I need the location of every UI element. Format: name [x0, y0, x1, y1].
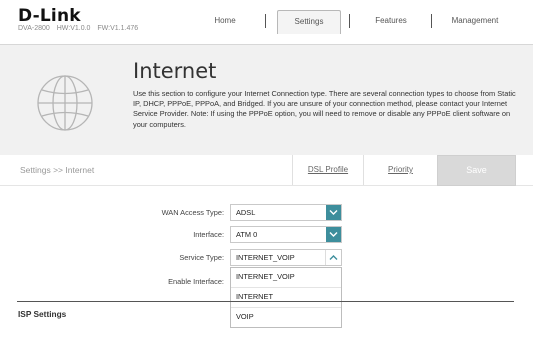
chevron-down-icon[interactable] — [326, 205, 341, 220]
service-type-option[interactable]: INTERNET_VOIP — [231, 268, 341, 288]
dlink-logo[interactable]: D-Link — [18, 6, 81, 26]
wan-access-type-value: ADSL — [236, 208, 256, 217]
chevron-up-icon[interactable] — [325, 250, 341, 265]
interface-select[interactable]: ATM 0 — [230, 226, 342, 243]
enable-interface-label: Enable Interface: — [168, 277, 224, 286]
service-type-dropdown: INTERNET_VOIP INTERNET VOIP — [230, 267, 342, 328]
priority-link[interactable]: Priority — [363, 155, 437, 185]
nav-separator — [349, 14, 350, 28]
globe-icon — [37, 75, 93, 131]
model-name: DVA-2800 — [18, 25, 50, 32]
nav-separator — [431, 14, 432, 28]
section-divider — [17, 301, 514, 302]
nav-features[interactable]: Features — [358, 10, 424, 32]
page-description: Use this section to configure your Inter… — [133, 89, 516, 129]
interface-label: Interface: — [193, 230, 224, 239]
breadcrumb: Settings >> Internet — [20, 165, 95, 175]
interface-value: ATM 0 — [236, 230, 258, 239]
page-banner: Internet Use this section to configure y… — [0, 44, 533, 155]
wan-access-type-label: WAN Access Type: — [161, 208, 224, 217]
dsl-profile-link[interactable]: DSL Profile — [292, 155, 363, 185]
model-info: DVA-2800 HW:V1.0.0 FW:V1.1.476 — [18, 25, 143, 32]
nav-management[interactable]: Management — [442, 10, 508, 32]
save-button[interactable]: Save — [437, 155, 516, 186]
service-type-select[interactable]: INTERNET_VOIP — [230, 249, 342, 266]
top-header: D-Link DVA-2800 HW:V1.0.0 FW:V1.1.476 Ho… — [0, 0, 533, 44]
isp-settings-heading: ISP Settings — [18, 309, 67, 319]
service-type-option[interactable]: INTERNET — [231, 288, 341, 308]
chevron-down-icon[interactable] — [326, 227, 341, 242]
wan-access-type-select[interactable]: ADSL — [230, 204, 342, 221]
firmware-version: FW:V1.1.476 — [97, 25, 139, 32]
hardware-version: HW:V1.0.0 — [56, 25, 91, 32]
sub-toolbar: Settings >> Internet DSL Profile Priorit… — [0, 155, 533, 186]
nav-separator — [265, 14, 266, 28]
service-type-value: INTERNET_VOIP — [236, 253, 295, 262]
service-type-label: Service Type: — [179, 253, 224, 262]
page-title: Internet — [133, 59, 217, 83]
nav-home[interactable]: Home — [192, 10, 258, 32]
nav-settings[interactable]: Settings — [277, 10, 341, 34]
service-type-option[interactable]: VOIP — [231, 308, 341, 327]
